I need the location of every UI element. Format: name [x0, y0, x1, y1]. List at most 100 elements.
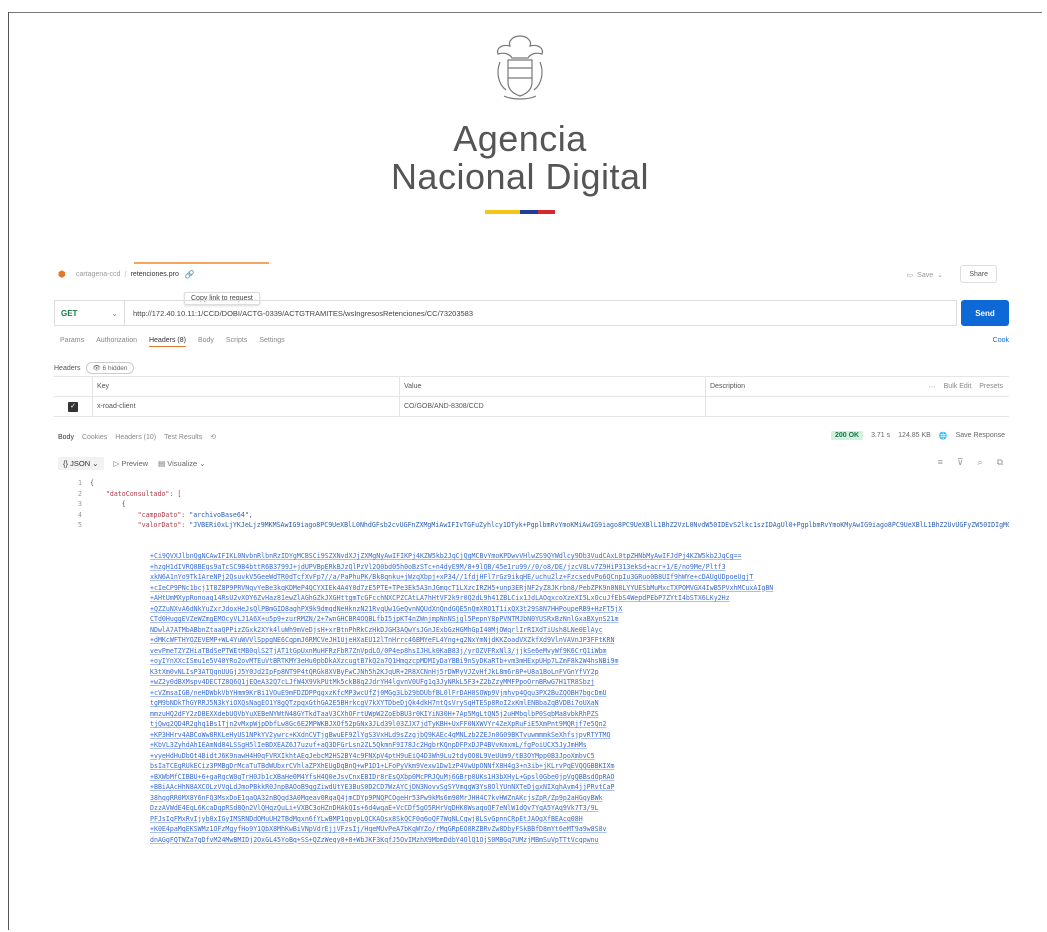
base64-line: tjQwq2QD4R2ghq1Bs1Tjn2vMxpWjpDbfLw8Gc6E2…	[150, 720, 607, 728]
line-number: 2	[78, 489, 82, 498]
base64-line: +Ci9QVXJlbnQgNCAwIFIKL0NvbnRlbnRzIDYgMCB…	[150, 552, 742, 560]
headers-title: Headers	[54, 364, 81, 372]
copy-icon[interactable]: ⧉	[997, 457, 1003, 468]
tab-settings[interactable]: Settings	[259, 337, 284, 347]
presets-dropdown[interactable]: Presets	[979, 383, 1003, 391]
base64-value-block: +Ci9QVXJlbnQgNCAwIFIKL0NvbnRlbnRzIDYgMCB…	[150, 551, 1009, 845]
response-tabs: Body Cookies Headers (10) Test Results ⟲	[58, 433, 216, 442]
tab-response-body[interactable]: Body	[58, 434, 74, 441]
colombia-flag-bar	[485, 210, 555, 214]
base64-line: NDwlA7ATMbABbnZtaaQPPizZGxk2XYk4luWh9mVe…	[150, 625, 603, 634]
request-tabs: Params Authorization Headers (8) Body Sc…	[60, 337, 285, 347]
json-line: "valorDato": "JVBERi0xLjYKJeLjz9MKMSAwIG…	[90, 520, 1009, 531]
row-enable-checkbox[interactable]: ✓	[54, 401, 92, 412]
send-button[interactable]: Send	[961, 300, 1009, 326]
header-description-cell[interactable]	[705, 396, 1009, 417]
agency-logo-header: Agencia Nacional Digital	[380, 20, 660, 214]
url-bar: GET ⌄ http://172.40.10.11:1/CCD/DOBI/ACT…	[54, 300, 1009, 326]
more-icon[interactable]: ⋯	[929, 383, 936, 391]
base64-line: +BBiAAcHhN8AXCOLzVVqLdJmoPBkkR0JnpBAOoB9…	[150, 783, 615, 791]
status-badge[interactable]: 200 OK	[830, 431, 864, 440]
preview-button[interactable]: ▷ Preview	[114, 459, 149, 468]
json-value-campo: "archivoBase64",	[189, 510, 253, 519]
filter-icon[interactable]: ⊽	[957, 457, 964, 468]
base64-line: vevPmeTZYZHiaTBdSePTWEtMB0qlS2TjAT1tGpUx…	[150, 646, 607, 655]
search-icon[interactable]: ⌕	[978, 457, 983, 468]
save-button[interactable]: ▭ Save ⌄	[901, 267, 949, 283]
base64-line: +vyeHdHuDbOt4BidtJ6K9nawH4H0qFVRXIkhtAEq…	[150, 751, 595, 760]
wrap-lines-icon[interactable]: ≡	[938, 457, 943, 468]
save-icon: ▭	[906, 272, 914, 279]
visualize-button[interactable]: ▤ Visualize ⌄	[158, 459, 205, 468]
flag-yellow-stripe	[485, 210, 520, 214]
table-row: ✓ x-road-client CO/GOB/AND-8308/CCD	[54, 396, 1009, 417]
breadcrumb-workspace[interactable]: cartagena-ccd	[76, 271, 120, 278]
json-key-campo: "campoDato":	[137, 510, 190, 519]
request-topbar: ⬢ cartagena-ccd / retenciones.pro 🔗 ▭ Sa…	[54, 262, 1009, 286]
chevron-down-icon: ⌄	[199, 459, 206, 468]
eye-icon: 👁	[92, 365, 101, 372]
json-line: "datoConsultado": [	[90, 489, 1009, 500]
play-icon: ▷	[113, 459, 120, 468]
breadcrumb-separator: /	[124, 269, 127, 279]
tab-test-results[interactable]: Test Results	[164, 434, 202, 441]
breadcrumb-request[interactable]: retenciones.pro	[131, 271, 179, 278]
column-header-value: Value	[399, 376, 705, 397]
base64-line: +QZZuNXvA6dNkYuZxrJdoxHeJsQlPBmGID8aghPX…	[150, 604, 623, 613]
frame-border-left	[8, 12, 9, 930]
tab-response-headers[interactable]: Headers (10)	[115, 434, 156, 441]
checkmark-icon: ✓	[68, 401, 78, 412]
response-tools: ≡ ⊽ ⌕ ⧉	[938, 457, 1003, 468]
preview-label: Preview	[121, 459, 149, 468]
base64-line: CTd0HuggEVZeWZmgEMOcyVLJ1A6X+u5p9+zurRMZ…	[150, 615, 619, 623]
base64-line: +AHtUmMXypRonoaq14RsU2vXOY6ZvHaz81ewZlAG…	[150, 594, 730, 602]
share-button[interactable]: Share	[960, 265, 997, 283]
line-number: 4	[78, 510, 82, 519]
bulk-edit-button[interactable]: Bulk Edit	[944, 383, 972, 391]
postman-request-panel: ⬢ cartagena-ccd / retenciones.pro 🔗 ▭ Sa…	[54, 262, 1009, 930]
line-number: 1	[78, 479, 82, 487]
workspace-icon: ⬢	[58, 269, 66, 279]
base64-line: +dMKcWFTHYOZEVEMP+WL4YuWVVlSppgNE6CqpmJ6…	[150, 636, 615, 644]
agency-name-line2: Nacional Digital	[390, 156, 650, 197]
json-value-valor-start: "JVBERi0xLjYKJeLjz9MKMSAwIG9iago8PC9UeXB…	[189, 521, 1009, 529]
base64-line: +wZ2y0dBXMspv4DECTZ8Q6Q1jEQeA32Q7cLJfW4X…	[150, 678, 595, 686]
chevron-down-icon: ⌄	[92, 459, 99, 468]
visualize-label: Visualize	[167, 459, 198, 468]
save-response-button[interactable]: Save Response	[956, 432, 1005, 439]
tab-authorization[interactable]: Authorization	[96, 337, 137, 347]
line-number: 5	[78, 521, 82, 529]
link-icon[interactable]: 🔗	[185, 270, 195, 279]
hidden-headers-toggle[interactable]: 👁 6 hidden	[86, 362, 134, 374]
base64-line: +KbVL3ZyhdAhIEAmNd84LSSgH5lIeBDXEAZ6J7uz…	[150, 741, 587, 749]
hidden-headers-label: 6 hidden	[102, 365, 128, 372]
column-header-key: Key	[92, 376, 399, 397]
response-size[interactable]: 124.85 KB	[898, 432, 931, 439]
method-label: GET	[61, 308, 78, 318]
globe-icon[interactable]: 🌐	[939, 432, 948, 440]
format-label: JSON	[70, 459, 91, 468]
method-select[interactable]: GET ⌄	[54, 300, 124, 326]
tab-response-cookies[interactable]: Cookies	[82, 434, 107, 441]
tab-body[interactable]: Body	[198, 337, 214, 347]
line-number-gutter: 1 2 3 4 5	[54, 478, 82, 531]
base64-line: +hzgH1dIVRQ8BEgs9aTcSC9B4bttR6B3799J+jdU…	[150, 562, 726, 571]
header-value-cell[interactable]: CO/GOB/AND-8308/CCD	[399, 396, 705, 417]
tab-scripts[interactable]: Scripts	[226, 337, 247, 347]
base64-line: +BXWbMfCIBBU+6+gaRgcW0gTrH0Jb1cXBaHe0M4Y…	[150, 772, 615, 781]
header-key-cell[interactable]: x-road-client	[92, 396, 399, 417]
url-input[interactable]: http://172.40.10.11:1/CCD/DOBI/ACTG-0339…	[124, 300, 957, 326]
tab-headers[interactable]: Headers (8)	[148, 337, 186, 347]
base64-line: +cVZmsaIGB/neHDWbkVbYHmm9KrBi1VOuE9mFDZD…	[150, 688, 607, 697]
line-number: 3	[78, 500, 82, 508]
json-line: {	[90, 500, 126, 508]
history-icon[interactable]: ⟲	[210, 433, 216, 441]
format-select[interactable]: {} JSON ⌄	[58, 457, 104, 470]
base64-line: K3tXm0vNLIsP3ATQqnUUGjJ5Y0Jd2IpFp8NT9P4t…	[150, 667, 599, 676]
response-body-viewer[interactable]: 1 2 3 4 5 { "datoConsultado": [ { "campo…	[54, 478, 1009, 930]
response-time[interactable]: 3.71 s	[871, 432, 890, 439]
cookies-link[interactable]: Cook	[993, 337, 1009, 344]
base64-line: bsIaTCEgRUkECiz3PMBgDrMcaTuTBdWUbxrCVhla…	[150, 762, 615, 770]
tab-params[interactable]: Params	[60, 337, 84, 347]
base64-line: DzzAVWdE4EqL6KcaDqpRSd8Qn2VlQHqzQuLi+VXB…	[150, 804, 599, 812]
